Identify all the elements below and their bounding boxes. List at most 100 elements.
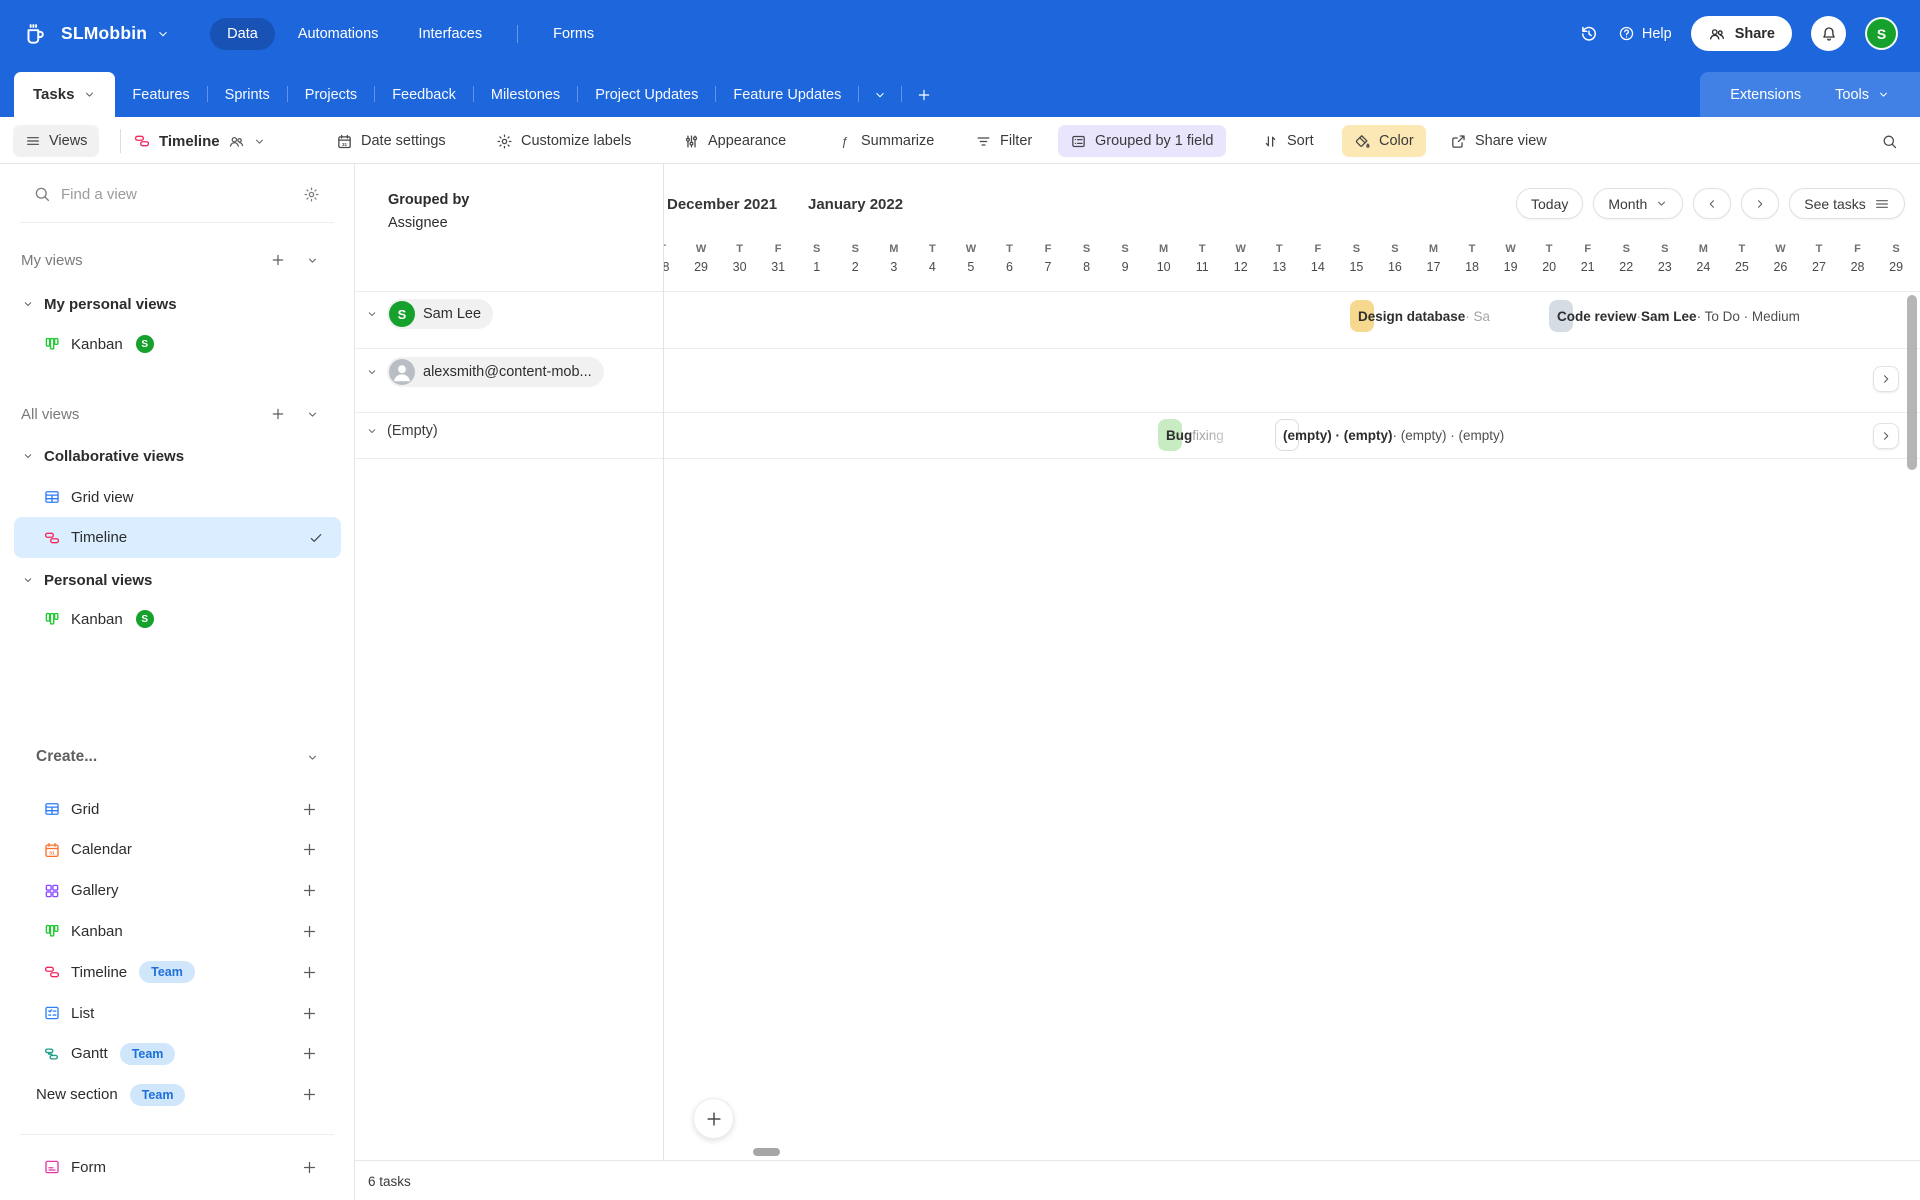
add-table-button[interactable] — [902, 72, 946, 117]
add-view-icon[interactable] — [301, 1159, 318, 1176]
tab-feature-updates[interactable]: Feature Updates — [716, 72, 858, 117]
grouped-by-button[interactable]: Grouped by 1 field — [1058, 125, 1226, 157]
add-view-icon[interactable] — [301, 1005, 318, 1022]
sidebar-item-collaborative-views[interactable]: Collaborative views — [0, 440, 355, 472]
group-pill[interactable]: S Sam Lee — [387, 299, 494, 329]
add-view-icon[interactable] — [301, 923, 318, 940]
create-item-form[interactable]: Form — [0, 1151, 355, 1183]
tab-milestones[interactable]: Milestones — [474, 72, 577, 117]
sidebar-item-kanban-personal[interactable]: Kanban S — [0, 328, 355, 360]
group-collapse-icon[interactable] — [366, 308, 378, 320]
all-views-collapse-icon[interactable] — [306, 408, 319, 421]
tab-projects[interactable]: Projects — [288, 72, 374, 117]
personal-views-label: Personal views — [44, 571, 153, 589]
find-view-input[interactable] — [61, 185, 271, 203]
task-bar-design-database[interactable]: Design database · Sa — [1350, 300, 1528, 332]
active-tab-chevron-icon[interactable] — [83, 88, 96, 101]
add-view-icon[interactable] — [301, 1086, 318, 1103]
help-button[interactable]: Help — [1618, 25, 1672, 42]
zoom-level-dropdown[interactable]: Month — [1593, 188, 1684, 219]
prev-period-button[interactable] — [1693, 188, 1732, 219]
see-tasks-button[interactable]: See tasks — [1789, 188, 1905, 219]
my-views-collapse-icon[interactable] — [306, 254, 319, 267]
group-more-tasks-button[interactable] — [1873, 423, 1899, 449]
create-item-gantt[interactable]: Gantt Team — [0, 1038, 355, 1070]
nav-item-interfaces[interactable]: Interfaces — [401, 18, 499, 50]
extensions-button[interactable]: Extensions — [1730, 87, 1801, 103]
tab-feedback[interactable]: Feedback — [375, 72, 473, 117]
sidebar-item-kanban-personal-2[interactable]: Kanban S — [0, 603, 355, 635]
create-item-new-section[interactable]: New section Team — [0, 1079, 355, 1111]
task-bar-empty-empty[interactable]: (empty) · (empty) · (empty) · (empty) — [1275, 419, 1504, 451]
history-icon[interactable] — [1579, 24, 1599, 44]
calendar-icon: 31 — [336, 133, 353, 150]
more-tables-button[interactable] — [859, 72, 901, 117]
next-period-button[interactable] — [1741, 188, 1780, 219]
create-collapse-icon[interactable] — [306, 751, 319, 764]
add-view-icon[interactable] — [301, 964, 318, 981]
sort-button[interactable]: Sort — [1262, 125, 1314, 157]
group-collapse-icon[interactable] — [366, 425, 378, 437]
task-bar-code-review[interactable]: Code review · Sam Lee · To Do · Medium — [1549, 300, 1800, 332]
sidebar-item-timeline-selected[interactable]: Timeline — [0, 517, 355, 558]
tab-project-updates[interactable]: Project Updates — [578, 72, 715, 117]
create-item-timeline[interactable]: Timeline Team — [0, 956, 355, 988]
chevron-down-icon[interactable] — [22, 450, 34, 462]
nav-item-forms[interactable]: Forms — [536, 18, 611, 50]
task-bar-text: (empty) · (empty) — [1283, 427, 1393, 443]
appearance-button[interactable]: Appearance — [683, 125, 786, 157]
chevron-down-icon[interactable] — [22, 574, 34, 586]
current-view-button[interactable]: Timeline — [133, 125, 266, 157]
workspace-logo-icon[interactable] — [22, 21, 48, 47]
vertical-scrollbar[interactable] — [1907, 295, 1917, 470]
create-item-label: Kanban — [71, 922, 123, 940]
summarize-button[interactable]: ƒ Summarize — [836, 125, 934, 157]
date-settings-button[interactable]: 31 Date settings — [336, 125, 446, 157]
group-row-empty[interactable]: (Empty) — [366, 416, 438, 446]
filter-button[interactable]: Filter — [975, 125, 1032, 157]
create-item-kanban[interactable]: Kanban — [0, 915, 355, 947]
group-row-sam-lee[interactable]: S Sam Lee — [366, 299, 494, 329]
sidebar-item-grid-view[interactable]: Grid view — [0, 481, 355, 513]
toolbar-search-button[interactable] — [1881, 125, 1898, 157]
share-view-button[interactable]: Share view — [1450, 125, 1547, 157]
tools-button[interactable]: Tools — [1835, 87, 1890, 103]
sidebar-item-my-personal-views[interactable]: My personal views — [0, 288, 355, 320]
tab-features[interactable]: Features — [115, 72, 206, 117]
add-view-icon[interactable] — [301, 841, 318, 858]
today-button[interactable]: Today — [1516, 188, 1584, 219]
color-button[interactable]: Color — [1342, 125, 1426, 157]
sidebar-item-personal-views[interactable]: Personal views — [0, 564, 355, 596]
group-collapse-icon[interactable] — [366, 366, 378, 378]
notifications-button[interactable] — [1811, 16, 1846, 51]
day-number: 16 — [1387, 260, 1402, 274]
workspace-chevron-icon[interactable] — [156, 27, 170, 41]
my-views-add-icon[interactable] — [270, 252, 286, 268]
tab-tasks[interactable]: Tasks — [14, 72, 116, 117]
horizontal-scrollbar[interactable] — [753, 1148, 780, 1156]
add-view-icon[interactable] — [301, 801, 318, 818]
group-row-alexsmith-content-mob[interactable]: alexsmith@content-mob... — [366, 357, 604, 387]
user-avatar[interactable]: S — [1865, 17, 1898, 50]
sidebar-gear-icon[interactable] — [303, 186, 320, 203]
my-views-header: My views — [0, 244, 355, 276]
create-item-gallery[interactable]: Gallery — [0, 875, 355, 907]
add-task-button[interactable] — [693, 1098, 734, 1139]
add-view-icon[interactable] — [301, 1045, 318, 1062]
create-item-list[interactable]: List — [0, 997, 355, 1029]
tab-sprints[interactable]: Sprints — [208, 72, 287, 117]
group-more-tasks-button[interactable] — [1873, 366, 1899, 392]
task-bar-bug[interactable]: Bug fixing — [1158, 419, 1250, 451]
chevron-down-icon[interactable] — [22, 298, 34, 310]
nav-item-data[interactable]: Data — [210, 17, 275, 50]
create-item-grid[interactable]: Grid — [0, 793, 355, 825]
day-number: 29 — [1889, 260, 1904, 274]
all-views-add-icon[interactable] — [270, 406, 286, 422]
nav-item-automations[interactable]: Automations — [281, 18, 396, 50]
group-pill[interactable]: alexsmith@content-mob... — [387, 357, 604, 387]
create-item-calendar[interactable]: 31 Calendar — [0, 834, 355, 866]
share-button[interactable]: Share — [1690, 16, 1792, 51]
add-view-icon[interactable] — [301, 882, 318, 899]
customize-labels-button[interactable]: Customize labels — [496, 125, 631, 157]
views-button[interactable]: Views — [13, 125, 100, 157]
